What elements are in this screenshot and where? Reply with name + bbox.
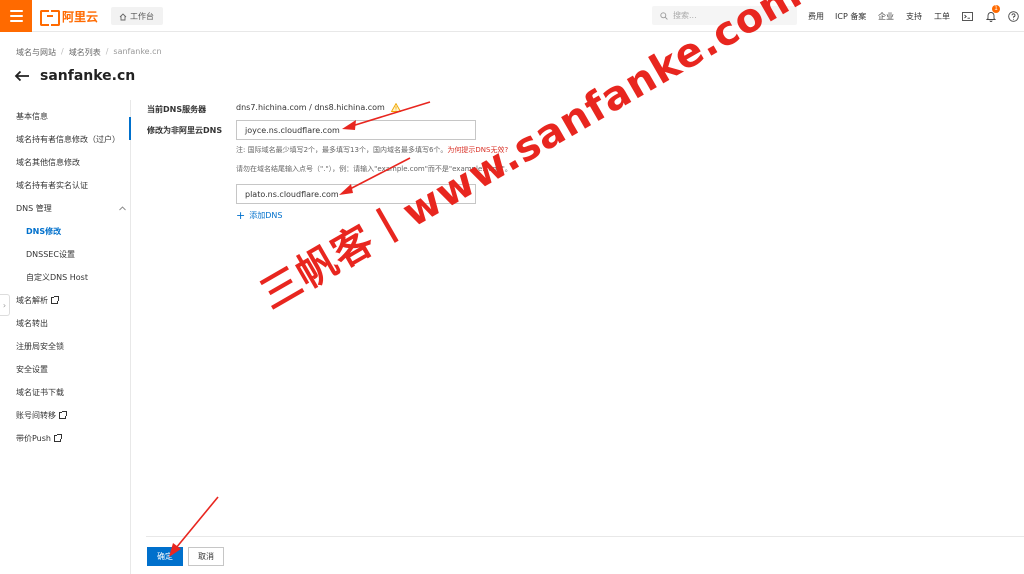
watermark-text: 三帆客丨www.sanfanke.com: [253, 0, 810, 319]
chevron-right-icon: ›: [2, 300, 7, 310]
plus-icon: +: [236, 208, 246, 222]
sidebar-item-transfer-out[interactable]: 域名转出: [16, 318, 48, 329]
sidebar-item-label: 基本信息: [16, 112, 48, 121]
current-dns-label: 当前DNS服务器: [147, 105, 207, 114]
sidebar-item-cert-download[interactable]: 域名证书下载: [16, 387, 64, 398]
nav-support[interactable]: 支持: [906, 11, 922, 22]
add-dns-label: 添加DNS: [249, 211, 283, 220]
sidebar-item-label: 域名解析: [16, 296, 48, 305]
sidebar-item-other-info[interactable]: 域名其他信息修改: [16, 157, 80, 168]
external-link-icon: [54, 434, 62, 442]
current-dns-value: dns7.hichina.com / dns8.hichina.com: [236, 102, 402, 112]
search-icon: [660, 11, 668, 20]
sidebar-item-dns-resolve[interactable]: 域名解析: [16, 295, 59, 306]
annotation-overlay: [169, 101, 431, 557]
page-title: sanfanke.cn: [40, 68, 136, 84]
dns-input-2-value: plato.ns.cloudflare.com: [245, 189, 339, 199]
sidebar-item-basic-info[interactable]: 基本信息: [16, 111, 48, 122]
sidebar-item-label: DNSSEC设置: [26, 250, 75, 259]
aliyun-logo[interactable]: 阿里云: [40, 9, 99, 26]
sidebar-item-custom-dns-host[interactable]: 自定义DNS Host: [26, 272, 88, 283]
nav-ticket[interactable]: 工单: [934, 11, 950, 22]
sidebar-item-label: 域名证书下载: [16, 388, 64, 397]
breadcrumb-domains-sites[interactable]: 域名与网站: [16, 47, 56, 58]
aliyun-logo-mark-icon: [40, 10, 60, 26]
sidebar-collapse-toggle[interactable]: ›: [0, 294, 10, 316]
home-icon: [119, 12, 127, 20]
sidebar-item-label: 账号间转移: [16, 411, 56, 420]
current-dns-text: dns7.hichina.com / dns8.hichina.com: [236, 103, 385, 112]
chevron-up-icon: [119, 206, 126, 211]
sidebar-item-account-transfer[interactable]: 账号间转移: [16, 410, 67, 421]
sidebar-item-label: 域名持有者信息修改（过户）: [16, 135, 120, 144]
sidebar-item-price-push[interactable]: 带价Push: [16, 433, 62, 444]
breadcrumb: 域名与网站 / 域名列表 / sanfanke.cn: [16, 47, 162, 58]
help-icon[interactable]: [1006, 9, 1020, 23]
sidebar-item-dns-management[interactable]: DNS 管理: [16, 203, 126, 214]
dns-input-1[interactable]: joyce.ns.cloudflare.com: [236, 120, 476, 140]
dns-note-text: 注: 国际域名最少填写2个，最多填写13个，国内域名最多填写6个。: [236, 146, 448, 154]
workbench-button[interactable]: 工作台: [111, 7, 163, 25]
warning-icon: [390, 102, 402, 112]
sidebar-item-dnssec[interactable]: DNSSEC设置: [26, 249, 75, 260]
breadcrumb-separator: /: [61, 47, 64, 56]
external-link-icon: [59, 411, 67, 419]
sidebar-item-label: 域名转出: [16, 319, 48, 328]
sidebar-item-real-name[interactable]: 域名持有者实名认证: [16, 180, 88, 191]
external-link-icon: [51, 296, 59, 304]
page-header: sanfanke.cn: [14, 66, 135, 86]
footer-divider: [146, 536, 1024, 537]
nav-enterprise[interactable]: 企业: [878, 11, 894, 22]
sidebar-item-owner-transfer[interactable]: 域名持有者信息修改（过户）: [16, 134, 120, 145]
hamburger-menu-icon[interactable]: [0, 0, 32, 32]
breadcrumb-domain-list[interactable]: 域名列表: [69, 47, 101, 58]
dns-input-1-value: joyce.ns.cloudflare.com: [245, 125, 340, 135]
sidebar-item-label: 域名其他信息修改: [16, 158, 80, 167]
breadcrumb-separator: /: [105, 47, 109, 56]
sidebar-item-label: 域名持有者实名认证: [16, 181, 88, 190]
sidebar: 基本信息 域名持有者信息修改（过户） 域名其他信息修改 域名持有者实名认证 DN…: [0, 100, 131, 574]
active-indicator: [129, 117, 131, 140]
cancel-button[interactable]: 取消: [188, 547, 224, 566]
back-arrow-icon[interactable]: [14, 70, 30, 82]
terminal-icon[interactable]: [960, 9, 974, 23]
breadcrumb-current: sanfanke.cn: [113, 47, 162, 56]
sidebar-item-label: DNS 管理: [16, 204, 52, 213]
sidebar-item-security[interactable]: 安全设置: [16, 364, 48, 375]
workbench-label: 工作台: [130, 11, 154, 21]
brand-name: 阿里云: [62, 9, 99, 24]
sidebar-item-dns-modify[interactable]: DNS修改: [26, 226, 61, 237]
sidebar-item-label: 自定义DNS Host: [26, 273, 88, 282]
sidebar-item-label: 安全设置: [16, 365, 48, 374]
modify-dns-label: 修改为非阿里云DNS: [147, 126, 223, 135]
add-dns-button[interactable]: + 添加DNS: [236, 210, 282, 221]
sidebar-item-label: DNS修改: [26, 227, 62, 236]
nav-icp[interactable]: ICP 备案: [835, 11, 866, 22]
notification-badge: 1: [992, 5, 1000, 13]
sidebar-item-label: 注册局安全锁: [16, 342, 64, 351]
sidebar-item-label: 带价Push: [16, 434, 51, 443]
top-navigation-bar: 阿里云 工作台 搜索... 费用 ICP 备案 企业 支持 工单 1: [0, 0, 1024, 32]
confirm-button[interactable]: 确定: [147, 547, 183, 566]
sidebar-item-registry-lock[interactable]: 注册局安全锁: [16, 341, 64, 352]
